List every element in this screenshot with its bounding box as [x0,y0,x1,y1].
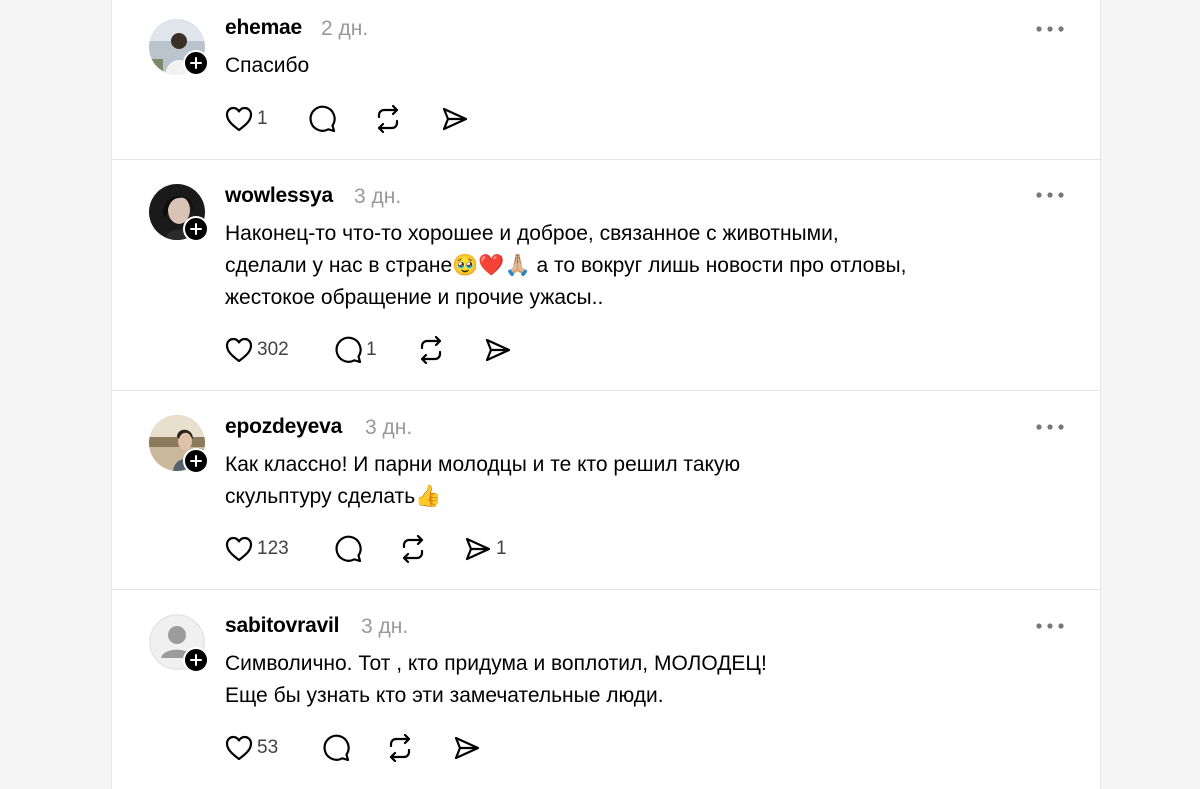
post-text-line: Наконец-то что-то хорошее и доброе, связ… [225,222,839,245]
send-icon [485,338,511,362]
repost-button[interactable] [386,732,414,764]
like-count: 123 [257,538,289,559]
more-horizontal-icon [1036,192,1064,198]
repost-button[interactable] [399,533,427,565]
reply-button[interactable] [322,732,350,764]
follow-button[interactable] [183,50,209,76]
post-text-line: жестокое обращение и прочие ужасы.. [225,286,604,309]
comment-icon [335,535,362,563]
post-item: epozdeyeva 3 дн. Как классно! И парни мо… [112,390,1100,590]
follow-button[interactable] [183,448,209,474]
more-horizontal-icon [1036,424,1064,430]
post-text-line: Символично. Тот , кто придума и воплотил… [225,652,767,675]
share-count: 1 [496,538,507,559]
timestamp: 3 дн. [361,615,409,638]
repost-icon [420,336,442,364]
like-button[interactable]: 1 [225,103,268,135]
reply-button[interactable]: 1 [334,334,377,366]
post-text-line: Как классно! И парни молодцы и те кто ре… [225,453,741,476]
repost-button[interactable] [417,334,445,366]
plus-icon [190,455,202,467]
share-button[interactable] [453,732,481,764]
like-button[interactable]: 302 [225,334,289,366]
more-button[interactable] [1034,19,1066,39]
reply-count: 1 [366,339,377,360]
post-item: sabitovravil 3 дн. Символично. Тот , кто… [112,589,1100,789]
timestamp: 2 дн. [321,17,369,40]
post-text-line: Еще бы узнать кто эти замечательные люди… [225,684,664,707]
plus-icon [190,57,202,69]
more-horizontal-icon [1036,623,1064,629]
share-button[interactable]: 1 [464,533,507,565]
like-button[interactable]: 123 [225,533,289,565]
repost-icon [402,535,424,563]
like-count: 53 [257,737,279,758]
reply-button[interactable] [334,533,362,565]
share-button[interactable] [484,334,512,366]
post-text: Как классно! И парни молодцы и те кто ре… [225,449,1045,513]
post-item: ehemae 2 дн. Спасибо 1 [112,0,1100,160]
follow-button[interactable] [183,647,209,673]
follow-button[interactable] [183,216,209,242]
repost-icon [377,105,399,133]
plus-icon [190,223,202,235]
heart-icon [225,106,253,132]
heart-icon [225,735,253,761]
more-horizontal-icon [1036,26,1064,32]
share-button[interactable] [441,103,469,135]
like-button[interactable]: 53 [225,732,278,764]
timestamp: 3 дн. [354,185,402,208]
post-text: Символично. Тот , кто придума и воплотил… [225,648,1045,712]
comment-icon [309,105,336,133]
timestamp: 3 дн. [365,416,413,439]
send-icon [465,537,491,561]
send-icon [442,107,468,131]
reply-button[interactable] [308,103,336,135]
repost-icon [389,734,411,762]
username[interactable]: ehemae [225,16,302,40]
repost-button[interactable] [374,103,402,135]
post-text-line: скульптуру сделать👍 [225,485,442,508]
like-count: 302 [257,339,289,360]
send-icon [454,736,480,760]
like-count: 1 [257,108,268,129]
plus-icon [190,654,202,666]
post-item: wowlessya 3 дн. Наконец-то что-то хороше… [112,160,1100,391]
more-button[interactable] [1034,616,1066,636]
post-text: Спасибо [225,50,1045,82]
more-button[interactable] [1034,185,1066,205]
post-text-line: Спасибо [225,54,310,77]
username[interactable]: epozdeyeva [225,415,342,439]
more-button[interactable] [1034,417,1066,437]
post-text-line: сделали у нас в стране🥹❤️🙏🏼 а то вокруг … [225,254,907,277]
username[interactable]: wowlessya [225,184,333,208]
replies-feed: ehemae 2 дн. Спасибо 1 wowlessya 3 дн. Н… [111,0,1101,789]
heart-icon [225,337,253,363]
username[interactable]: sabitovravil [225,614,340,638]
heart-icon [225,536,253,562]
comment-icon [323,734,350,762]
comment-icon [335,336,362,364]
post-text: Наконец-то что-то хорошее и доброе, связ… [225,218,1045,314]
